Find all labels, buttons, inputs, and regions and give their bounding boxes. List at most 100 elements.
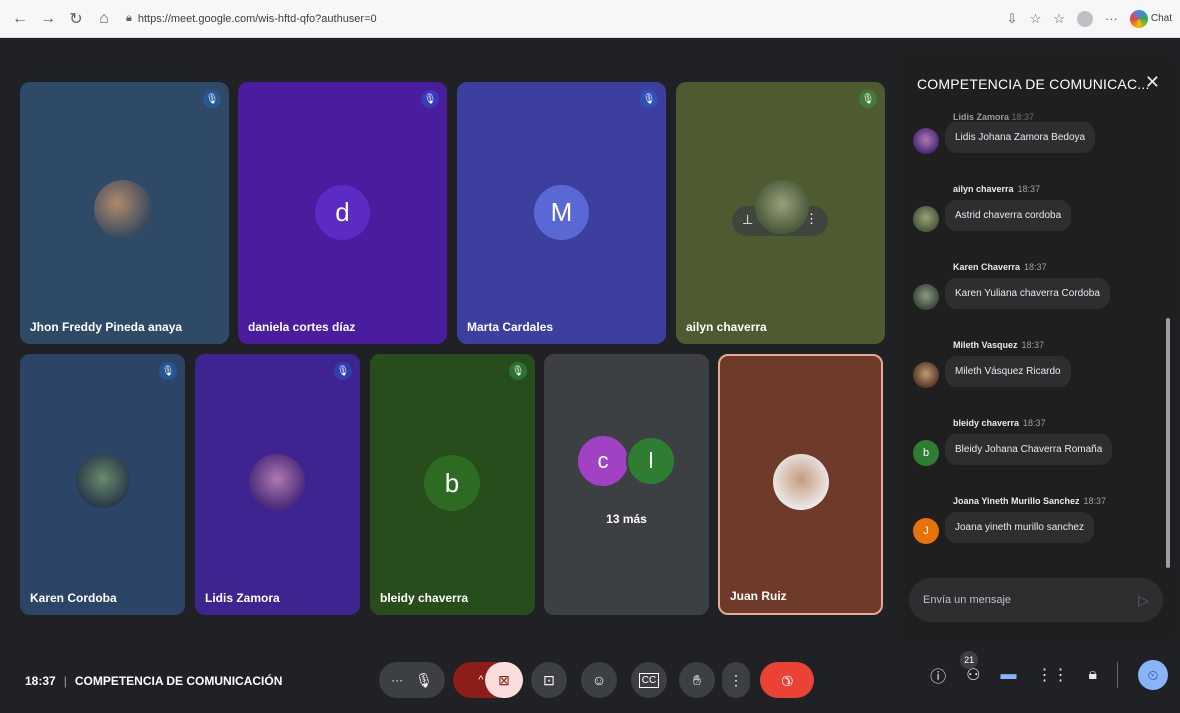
camera-off-button[interactable]: ⊠ — [485, 662, 523, 698]
reload-icon[interactable]: ↻ — [64, 7, 88, 31]
message-list[interactable]: Lidis Zamora 18:37 Lidis Johana Zamora B… — [897, 112, 1176, 582]
participant-name: Jhon Freddy Pineda anaya — [30, 320, 183, 334]
avatar: M — [534, 185, 589, 240]
browser-toolbar: ← → ↻ ⌂ 🔒︎ https://meet.google.com/wis-h… — [0, 0, 1180, 38]
audio-options-button[interactable]: ··· 🎙︎ — [379, 662, 445, 698]
people-button[interactable]: 21 ⚇ — [960, 651, 980, 685]
others-tile[interactable]: c l 13 más — [544, 354, 709, 615]
forward-icon[interactable]: → — [36, 7, 60, 31]
meeting-stage: 🎙︎ Jhon Freddy Pineda anaya 🎙︎ d daniela… — [0, 38, 1180, 713]
mic-icon: 🎙︎ — [415, 671, 433, 688]
chat-message: Karen Chaverra 18:37 Karen Yuliana chaver… — [905, 262, 1155, 322]
home-icon[interactable]: ⌂ — [92, 7, 116, 31]
participant-tile[interactable]: 🎙︎ ⊥ ⋮ ailyn chaverra — [676, 82, 885, 344]
avatar — [913, 206, 939, 232]
meeting-title: COMPETENCIA DE COMUNICACIÓN — [74, 674, 283, 688]
favorites-icon[interactable]: ☆ — [1053, 11, 1065, 27]
copilot-chat-button[interactable]: Chat — [1129, 9, 1172, 28]
avatar: l — [626, 436, 676, 486]
avatar — [76, 454, 130, 508]
chat-title: COMPETENCIA DE COMUNICAC... — [917, 76, 1150, 92]
chat-message: Joana Yineth Murillo Sanchez 18:37 J Joan… — [905, 496, 1155, 556]
chat-message: bleidy chaverra 18:37 b Bleidy Johana Cha… — [905, 418, 1155, 478]
participant-tile[interactable]: 🎙︎ Jhon Freddy Pineda anaya — [20, 82, 229, 344]
avatar — [249, 454, 305, 510]
participant-name: Karen Cordoba — [30, 591, 117, 605]
mic-off-icon: 🎙︎ — [509, 362, 527, 380]
more-vertical-icon: ⋮ — [729, 671, 743, 688]
address-bar[interactable]: 🔒︎ https://meet.google.com/wis-hftd-qfo?… — [126, 8, 377, 30]
leave-call-button[interactable]: ✆ — [760, 662, 814, 698]
participant-name: bleidy chaverra — [380, 591, 469, 605]
download-icon[interactable]: ⇩ — [1007, 11, 1018, 27]
avatar — [913, 362, 939, 388]
chat-panel: COMPETENCIA DE COMUNICAC... ✕ Lidis Zamo… — [897, 54, 1176, 642]
avatar: b — [424, 455, 480, 511]
mic-off-icon: 🎙︎ — [859, 90, 877, 108]
avatar — [913, 128, 939, 154]
divider — [1117, 662, 1118, 688]
more-icon[interactable]: ··· — [1105, 11, 1118, 26]
activities-icon[interactable]: ⋮⋮ — [1036, 665, 1068, 685]
avatar — [913, 284, 939, 310]
chat-message: ailyn chaverra 18:37 Astrid chaverra cord… — [905, 184, 1155, 244]
back-icon[interactable]: ← — [8, 7, 32, 31]
message-sender: Karen Chaverra 18:37 — [953, 262, 1047, 272]
participant-tile[interactable]: 🎙︎ b bleidy chaverra — [370, 354, 535, 615]
raise-hand-button[interactable]: ✋︎ — [679, 662, 715, 698]
chat-icon[interactable]: ▬ — [1000, 666, 1016, 684]
message-sender: Joana Yineth Murillo Sanchez 18:37 — [953, 496, 1107, 506]
avatar: c — [578, 436, 628, 486]
send-icon[interactable]: ▷ — [1138, 592, 1149, 609]
emoji-icon: ☺ — [591, 672, 607, 688]
control-bar: 18:37 | COMPETENCIA DE COMUNICACIÓN ··· … — [0, 640, 1180, 713]
url-text: https://meet.google.com/wis-hftd-qfo?aut… — [137, 12, 377, 25]
host-controls-icon[interactable]: 🔒︎ — [1088, 666, 1097, 684]
participant-tile[interactable]: 🎙︎ d daniela cortes díaz — [238, 82, 447, 344]
participant-name: Marta Cardales — [467, 320, 554, 334]
mic-off-icon: 🎙︎ — [159, 362, 177, 380]
avatar: b — [913, 440, 939, 466]
meeting-time: 18:37 — [25, 674, 56, 688]
hang-up-icon: ✆ — [777, 670, 798, 691]
more-horizontal-icon: ··· — [391, 673, 404, 687]
message-text: Karen Yuliana chaverra Cordoba — [945, 278, 1110, 309]
present-icon: ⊡ — [543, 671, 555, 688]
avatar — [773, 454, 829, 510]
message-text: Mileth Vásquez Ricardo — [945, 356, 1071, 387]
timer-icon[interactable]: ⏲ — [1138, 660, 1168, 690]
star-icon[interactable]: ☆ — [1030, 11, 1042, 27]
others-count: 13 más — [606, 512, 647, 526]
participant-name: daniela cortes díaz — [248, 320, 356, 334]
side-controls: ⓘ 21 ⚇ ▬ ⋮⋮ 🔒︎ ⏲ — [930, 651, 1168, 690]
captions-icon: CC — [638, 672, 660, 688]
mic-off-icon: 🎙︎ — [640, 90, 658, 108]
meeting-info: 18:37 | COMPETENCIA DE COMUNICACIÓN — [25, 674, 282, 688]
message-text: Astrid chaverra cordoba — [945, 200, 1072, 231]
info-icon[interactable]: ⓘ — [930, 663, 946, 687]
message-text: Lidis Johana Zamora Bedoya — [945, 122, 1096, 153]
mic-off-icon: 🎙︎ — [421, 90, 439, 108]
participant-tile[interactable]: 🎙︎ Karen Cordoba — [20, 354, 185, 615]
captions-button[interactable]: CC — [631, 662, 667, 698]
more-options-button[interactable]: ⋮ — [722, 662, 750, 698]
avatar: J — [913, 518, 939, 544]
present-button[interactable]: ⊡ — [531, 662, 567, 698]
avatar — [94, 180, 152, 238]
pin-icon[interactable]: ⊥ — [742, 212, 753, 228]
participant-tile[interactable]: 🎙︎ Lidis Zamora — [195, 354, 360, 615]
close-icon[interactable]: ✕ — [1145, 72, 1160, 93]
participant-tile[interactable]: 🎙︎ M Marta Cardales — [457, 82, 666, 344]
reactions-button[interactable]: ☺ — [581, 662, 617, 698]
lock-icon: 🔒︎ — [126, 12, 132, 24]
chat-input-box[interactable]: ▷ — [909, 578, 1163, 622]
message-sender: bleidy chaverra 18:37 — [953, 418, 1046, 428]
chat-scrollbar[interactable] — [1166, 318, 1170, 568]
participant-name: ailyn chaverra — [686, 320, 767, 334]
profile-avatar[interactable] — [1076, 10, 1093, 27]
participant-name: Juan Ruiz — [730, 589, 787, 603]
participant-tile[interactable]: Juan Ruiz — [718, 354, 883, 615]
hand-icon: ✋︎ — [693, 671, 701, 688]
message-input[interactable] — [923, 594, 1139, 606]
message-text: Joana yineth murillo sanchez — [945, 512, 1094, 543]
